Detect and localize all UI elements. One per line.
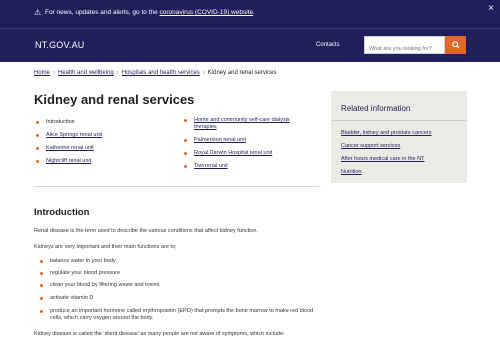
list-item: clean your blood by filtering waste and … [40,282,325,289]
site-header: NT.GOV.AU Contacts [0,28,500,62]
alert-message: ⚠ For news, updates and alerts, go to th… [34,8,255,18]
toc-link-tiwi[interactable]: Tiwi renal unit [194,163,228,169]
related-divider [331,120,467,121]
related-item: Bladder, kidney and prostate cancers [341,130,432,136]
alert-end: . [253,9,255,16]
toc-link-home-dialysis[interactable]: Home and community self-care dialysis th… [194,117,290,130]
toc-left: Introduction Alice Springs renal unit Ka… [34,119,184,165]
list-item: balance water in your body [40,258,325,265]
toc-link-royal-darwin[interactable]: Royal Darwin Hospital renal unit [194,150,272,156]
related-title: Related information [341,104,411,113]
related-item: After hours medical care in the NT [341,156,432,162]
related-item: Nutrition [341,169,432,175]
toc-item-katherine: Katherine renal unit [34,145,184,152]
toc-item-tiwi: Tiwi renal unit [182,163,312,170]
search-input[interactable] [365,41,444,57]
toc-link-nightcliff[interactable]: Nightcliff renal unit [46,158,91,164]
list-item: regulate your blood pressure [40,270,325,277]
toc-item-introduction: Introduction [34,119,184,126]
related-links: Bladder, kidney and prostate cancers Can… [341,130,432,182]
breadcrumb-hospitals[interactable]: Hospitals and health services [122,70,200,76]
breadcrumb-current: Kidney and renal services [207,70,277,76]
related-link-nutrition[interactable]: Nutrition [341,169,361,175]
site-logo[interactable]: NT.GOV.AU [35,40,84,50]
intro-paragraph-3: Kidney disease is called the 'silent dis… [34,331,285,337]
chevron-right-icon: › [116,70,119,76]
breadcrumb: Home › Health and wellbeing › Hospitals and … [34,70,277,76]
search-button[interactable] [445,36,466,54]
toc-item-palmerston: Palmerston renal unit [182,137,312,144]
related-link-cancer-support[interactable]: Cancer support services [341,143,400,149]
list-item: activate vitamin D [40,295,325,302]
search-box [364,36,445,57]
alert-text: For news, updates and alerts, go to the [44,9,158,16]
toc-item-alice-springs: Alice Springs renal unit [34,132,184,139]
related-information-panel: Related information Bladder, kidney and … [331,91,467,183]
close-icon[interactable]: × [488,3,494,14]
related-link-after-hours[interactable]: After hours medical care in the NT [341,156,424,162]
search-icon [451,41,460,49]
warning-icon: ⚠ [34,8,42,17]
toc-item-nightcliff: Nightcliff renal unit [34,158,184,165]
toc-link-alice-springs[interactable]: Alice Springs renal unit [46,132,102,138]
toc-divider [34,186,319,187]
list-item: produce an important hormone called eryt… [40,308,325,322]
contacts-link[interactable]: Contacts [316,42,340,48]
intro-paragraph-2: Kidneys are very important and their mai… [34,244,177,250]
toc-right: Home and community self-care dialysis th… [182,117,312,170]
introduction-heading: Introduction [34,207,90,218]
toc-item-royal-darwin: Royal Darwin Hospital renal unit [182,150,312,157]
chevron-right-icon: › [53,70,56,76]
covid-website-link[interactable]: coronavirus (COVID-19) website [160,9,254,16]
related-link-cancers[interactable]: Bladder, kidney and prostate cancers [341,130,432,136]
alert-banner: ⚠ For news, updates and alerts, go to th… [0,0,500,28]
related-item: Cancer support services [341,143,432,149]
toc-link-palmerston[interactable]: Palmerston renal unit [194,137,246,143]
chevron-right-icon: › [202,70,205,76]
toc-item-home-dialysis: Home and community self-care dialysis th… [182,117,300,131]
toc-link-katherine[interactable]: Katherine renal unit [46,145,94,151]
intro-paragraph-1: Renal disease is the term used to descri… [34,228,258,234]
toc-current-label: Introduction [46,119,75,125]
breadcrumb-health[interactable]: Health and wellbeing [58,70,114,76]
page-title: Kidney and renal services [34,92,195,107]
breadcrumb-home[interactable]: Home [34,70,50,76]
